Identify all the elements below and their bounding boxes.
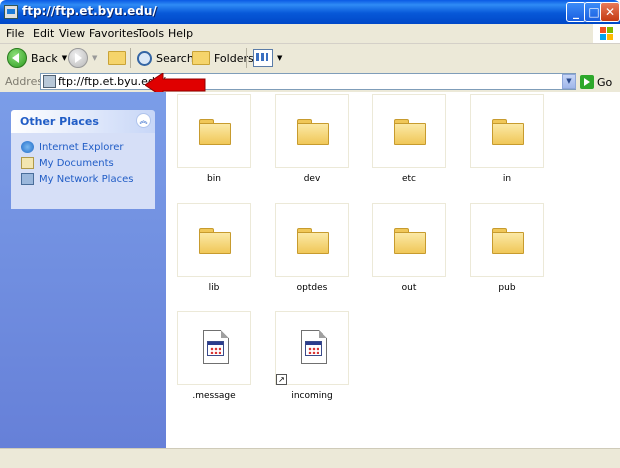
search-icon [137, 50, 152, 66]
minimize-button[interactable]: _ [566, 2, 586, 22]
file-name: in [502, 174, 512, 184]
document-icon [203, 330, 229, 364]
back-button[interactable]: Back ▼ [7, 47, 67, 69]
file-name: .message [192, 391, 236, 401]
folder-icon [199, 119, 231, 145]
folders-label: Folders [214, 51, 254, 65]
other-places-header[interactable]: Other Places ︽ [11, 110, 155, 133]
file-item-bin[interactable]: bin [177, 94, 275, 198]
thumbnail-frame: ↗ [275, 311, 349, 385]
link-label: My Documents [39, 157, 114, 169]
folder-icon [199, 228, 231, 254]
thumbnail-frame [470, 203, 544, 277]
up-folder-icon [108, 51, 126, 65]
thumbnail-frame [372, 203, 446, 277]
file-item-etc[interactable]: etc [372, 94, 470, 198]
menu-help[interactable]: Help [168, 27, 193, 40]
back-dropdown-icon[interactable]: ▼ [62, 54, 67, 62]
file-name: incoming [291, 391, 333, 401]
ftp-site-icon [43, 75, 56, 88]
search-label: Search [156, 51, 194, 65]
status-bar [0, 448, 620, 468]
my-documents-icon [21, 157, 34, 169]
forward-button[interactable]: ▼ [68, 47, 97, 69]
search-button[interactable]: Search [137, 47, 194, 69]
file-item-lib[interactable]: lib [177, 203, 275, 307]
link-internet-explorer[interactable]: Internet Explorer [11, 139, 155, 155]
forward-dropdown-icon[interactable]: ▼ [92, 54, 97, 62]
file-name: optdes [296, 283, 328, 293]
thumbnail-frame [177, 94, 251, 168]
link-my-documents[interactable]: My Documents [11, 155, 155, 171]
go-arrow-icon [580, 75, 594, 89]
folders-icon [192, 51, 210, 65]
window-title: ftp://ftp.et.byu.edu/ [22, 4, 157, 18]
thumbnail-frame [177, 203, 251, 277]
file-item-out[interactable]: out [372, 203, 470, 307]
file-name: pub [498, 283, 516, 293]
views-button[interactable]: ▼ [253, 47, 282, 69]
folder-icon [492, 119, 524, 145]
folder-icon [394, 119, 426, 145]
thumbnail-frame [275, 94, 349, 168]
menu-bar: File Edit View Favorites Tools Help [0, 24, 620, 44]
toolbar-separator [246, 48, 247, 68]
back-arrow-icon [7, 48, 27, 68]
task-pane: Other Places ︽ Internet Explorer My Docu… [0, 92, 166, 448]
file-item-in[interactable]: in [470, 94, 568, 198]
address-bar: Address ftp://ftp.et.byu.edu/ ▼ Go [0, 72, 620, 93]
thumbnail-frame [177, 311, 251, 385]
file-item-dev[interactable]: dev [275, 94, 373, 198]
file-name: etc [401, 174, 416, 184]
file-item-incoming[interactable]: ↗ incoming [275, 311, 373, 415]
folder-icon [492, 228, 524, 254]
file-item-optdes[interactable]: optdes [275, 203, 373, 307]
file-item-pub[interactable]: pub [470, 203, 568, 307]
menu-file[interactable]: File [6, 27, 24, 40]
forward-arrow-icon [68, 48, 88, 68]
thumbnail-frame [275, 203, 349, 277]
folder-icon [297, 228, 329, 254]
toolbar-separator [130, 48, 131, 68]
internet-explorer-icon [21, 141, 34, 153]
folder-icon [394, 228, 426, 254]
shortcut-arrow-icon: ↗ [276, 374, 287, 385]
windows-logo-icon [593, 24, 620, 43]
link-label: Internet Explorer [39, 141, 124, 153]
file-list-view: bin dev etc in lib optdes out pub .messa… [166, 92, 620, 448]
other-places-title: Other Places [20, 115, 99, 128]
menu-favorites[interactable]: Favorites [89, 27, 139, 40]
file-name: lib [208, 283, 220, 293]
title-bar[interactable]: ftp://ftp.et.byu.edu/ _ □ ✕ [0, 0, 620, 24]
go-label: Go [597, 75, 613, 89]
file-name: out [401, 283, 417, 293]
file-item-message[interactable]: .message [177, 311, 275, 415]
folders-button[interactable]: Folders [192, 47, 254, 69]
close-button[interactable]: ✕ [600, 2, 620, 22]
go-button[interactable]: Go [580, 74, 612, 90]
file-name: bin [207, 174, 221, 184]
toolbar: Back ▼ ▼ Search Folders ▼ [0, 44, 620, 73]
thumbnail-frame [372, 94, 446, 168]
thumbnail-frame [470, 94, 544, 168]
collapse-chevron-icon[interactable]: ︽ [136, 113, 151, 128]
network-places-icon [21, 173, 34, 185]
file-name: dev [303, 174, 321, 184]
other-places-panel: Other Places ︽ Internet Explorer My Docu… [11, 110, 155, 209]
address-input[interactable]: ftp://ftp.et.byu.edu/ [40, 73, 576, 90]
back-label: Back [31, 51, 58, 65]
views-icon [253, 49, 273, 67]
document-icon [301, 330, 327, 364]
menu-view[interactable]: View [59, 27, 85, 40]
views-dropdown-icon[interactable]: ▼ [277, 54, 282, 62]
link-my-network-places[interactable]: My Network Places [11, 171, 155, 187]
link-label: My Network Places [39, 173, 134, 185]
other-places-list: Internet Explorer My Documents My Networ… [11, 133, 155, 209]
ftp-folder-icon [4, 5, 18, 19]
up-folder-button[interactable] [108, 47, 126, 69]
menu-edit[interactable]: Edit [33, 27, 54, 40]
address-dropdown-icon[interactable]: ▼ [562, 74, 576, 89]
folder-icon [297, 119, 329, 145]
menu-tools[interactable]: Tools [137, 27, 164, 40]
